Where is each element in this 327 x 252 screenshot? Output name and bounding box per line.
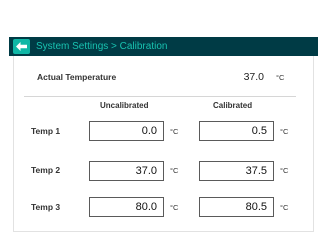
actual-temperature-value: 37.0 bbox=[243, 71, 264, 83]
temp-1-label: Temp 1 bbox=[31, 126, 61, 136]
calibration-screen: System Settings > Calibration Actual Tem… bbox=[0, 0, 327, 252]
divider bbox=[24, 96, 296, 97]
temp-2-uncalibrated-field[interactable]: 37.0 bbox=[89, 161, 164, 181]
temp-1-calibrated-unit: °C bbox=[280, 127, 289, 136]
temp-3-uncalibrated-unit: °C bbox=[170, 203, 179, 212]
back-arrow-icon bbox=[16, 42, 27, 51]
temp-2-uncalibrated-unit: °C bbox=[170, 166, 179, 175]
column-header-calibrated: Calibrated bbox=[213, 101, 253, 110]
page-title: System Settings > Calibration bbox=[36, 41, 168, 52]
temp-2-calibrated-unit: °C bbox=[280, 166, 289, 175]
temp-2-calibrated-field[interactable]: 37.5 bbox=[199, 161, 274, 181]
temp-3-uncalibrated-field[interactable]: 80.0 bbox=[89, 197, 164, 217]
temp-2-label: Temp 2 bbox=[31, 165, 61, 175]
temp-1-uncalibrated-unit: °C bbox=[170, 127, 179, 136]
column-header-uncalibrated: Uncalibrated bbox=[100, 101, 149, 110]
header-bar: System Settings > Calibration bbox=[9, 37, 318, 56]
temp-3-calibrated-unit: °C bbox=[280, 203, 289, 212]
back-button[interactable] bbox=[13, 39, 30, 54]
actual-temperature-label: Actual Temperature bbox=[37, 72, 117, 82]
temp-3-calibrated-field[interactable]: 80.5 bbox=[199, 197, 274, 217]
temp-3-label: Temp 3 bbox=[31, 202, 61, 212]
temp-1-uncalibrated-field[interactable]: 0.0 bbox=[89, 121, 164, 141]
actual-temperature-unit: °C bbox=[276, 73, 285, 82]
temp-1-calibrated-field[interactable]: 0.5 bbox=[199, 121, 274, 141]
